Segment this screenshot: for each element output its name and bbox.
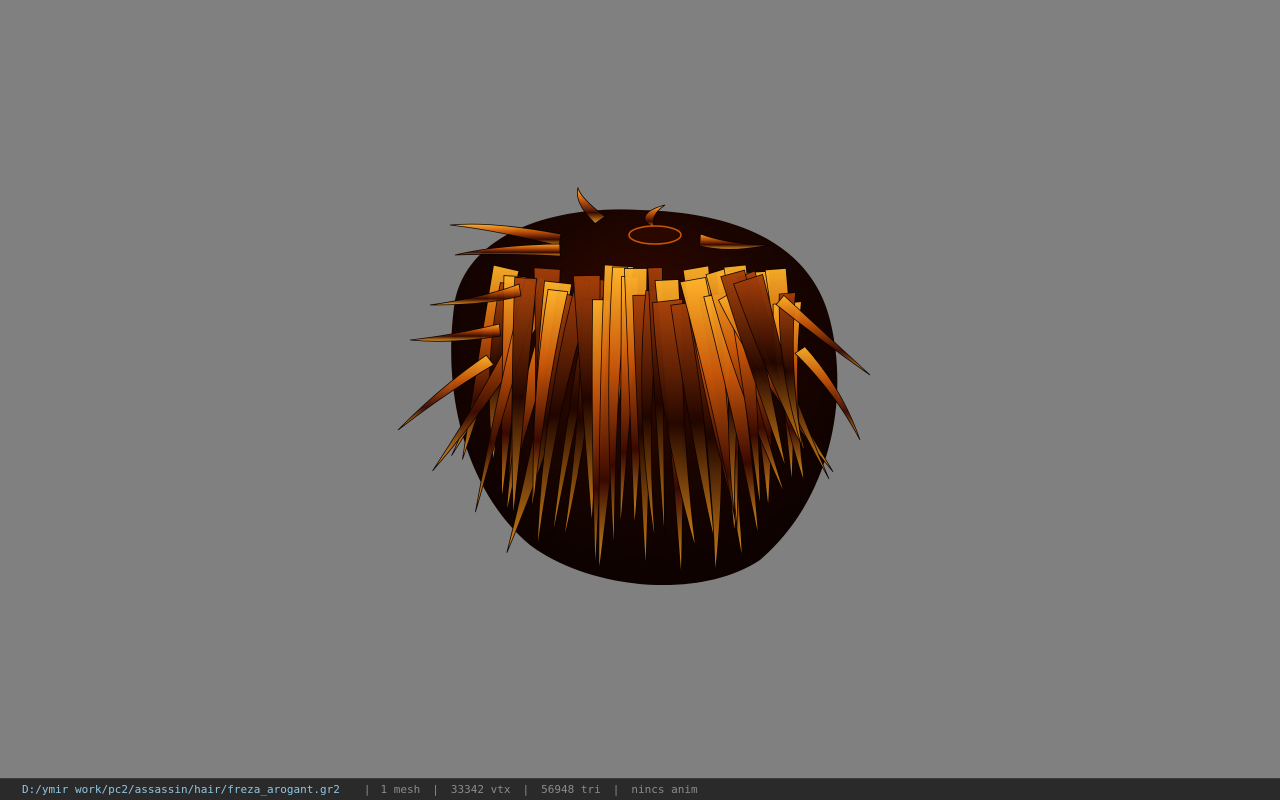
- file-path-label: D:/ymir work/pc2/assassin/hair/freza_aro…: [22, 783, 340, 796]
- separator: |: [363, 783, 371, 796]
- animation-status-label: nincs anim: [631, 783, 698, 796]
- mesh-count-label: 1 mesh: [380, 783, 421, 796]
- separator: |: [522, 783, 530, 796]
- triangle-count-label: 56948 tri: [541, 783, 601, 796]
- status-bar: D:/ymir work/pc2/assassin/hair/freza_aro…: [0, 778, 1280, 800]
- hair-crown: [628, 225, 682, 245]
- hair-model-render[interactable]: [0, 0, 1280, 778]
- hair-strands: [397, 186, 871, 586]
- vertex-count-label: 33342 vtx: [450, 783, 511, 796]
- 3d-viewport[interactable]: [0, 0, 1280, 778]
- separator: |: [612, 783, 620, 796]
- separator: |: [432, 783, 439, 796]
